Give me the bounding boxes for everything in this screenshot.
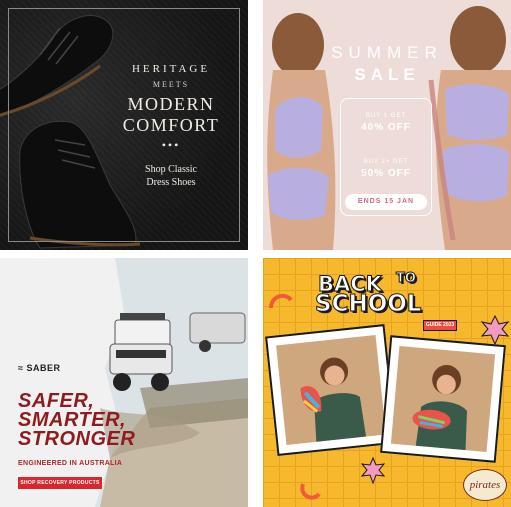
saber-logo[interactable]: ≈ SABER (18, 363, 60, 373)
pirates-logo[interactable]: pirates (463, 469, 507, 501)
offer-2-value: 50% OFF (361, 168, 411, 179)
sale-title: SALE (354, 65, 420, 84)
saber-ad-tile[interactable]: ≈ SABER SAFER, SMARTER, STRONGER ENGINEE… (0, 258, 248, 507)
4wd-vehicles-image (95, 258, 248, 507)
cta-line-1[interactable]: Shop Classic (106, 164, 236, 175)
cta-line-2[interactable]: Dress Shoes (106, 177, 236, 188)
title-to: TO (396, 271, 417, 287)
saber-logo-text: SABER (26, 363, 61, 373)
guide-2023-badge: GUIDE 2023 (423, 320, 457, 331)
offer-1-value: 40% OFF (361, 122, 411, 133)
headline-stronger: STRONGER (18, 428, 136, 450)
child-photo-right (390, 346, 496, 452)
divider-dots: ••• (161, 138, 181, 152)
headline-comfort: COMFORT (122, 115, 220, 135)
headline-modern: MODERN (127, 94, 215, 114)
photo-card-left (265, 324, 397, 456)
heritage-text: HERITAGE (131, 63, 211, 75)
shop-recovery-products-button[interactable]: SHOP RECOVERY PRODUCTS (18, 477, 102, 489)
title-school: SCHOOL (314, 291, 422, 318)
offer-1-label: BUY 1 GET (365, 113, 407, 119)
offer-2-label: BUY 2+ GET (363, 159, 409, 165)
ends-date-pill[interactable]: ENDS 15 JAN (345, 194, 427, 210)
summer-title: SUMMER (331, 43, 443, 62)
saber-logo-mark: ≈ (18, 363, 24, 373)
shoes-ad-tile[interactable]: HERITAGE MEETS MODERN COMFORT ••• Shop C… (0, 0, 248, 250)
summer-sale-ad-tile[interactable]: SUMMER SALE BUY 1 GET 40% OFF BUY 2+ GET… (263, 0, 511, 250)
child-photo-left (276, 335, 386, 445)
meets-text: MEETS (152, 80, 190, 89)
engineered-tagline: ENGINEERED IN AUSTRALIA (18, 460, 123, 467)
back-to-school-ad-tile[interactable]: BACK TO SCHOOL GUIDE 2023 pirates (263, 258, 511, 507)
photo-card-right (380, 335, 506, 463)
